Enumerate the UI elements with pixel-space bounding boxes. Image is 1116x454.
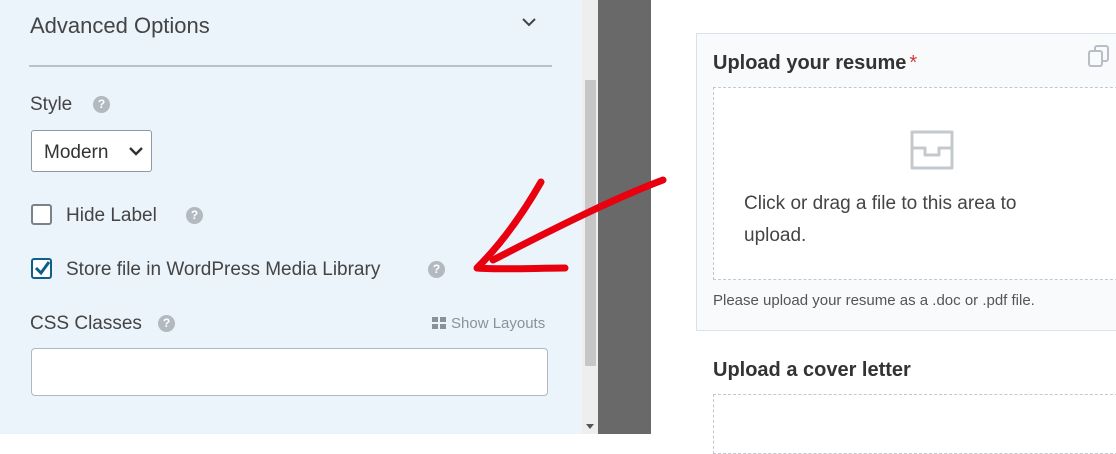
cover-letter-field-title: Upload a cover letter [713,359,911,381]
checkmark-icon [34,261,51,276]
chevron-down-icon[interactable] [520,16,538,30]
hide-label-text[interactable]: Hide Label [66,205,157,227]
style-label: Style [30,94,73,115]
annotation-arrow [473,176,667,273]
style-select-value: Modern [44,142,109,163]
store-file-label[interactable]: Store file in WordPress Media Library [66,259,380,281]
scroll-down-arrow-icon[interactable] [586,424,594,429]
style-help-icon[interactable]: ? [93,96,110,113]
css-classes-help-icon[interactable]: ? [158,315,175,332]
section-divider [29,65,552,67]
resume-field-label: Upload your resume [713,52,907,74]
inbox-icon [910,130,954,170]
store-file-checkbox[interactable] [31,258,52,279]
hide-label-checkbox[interactable] [31,204,52,225]
resume-field-title: Upload your resume * [713,52,917,75]
store-file-help-icon[interactable]: ? [428,261,445,278]
resume-field-description: Please upload your resume as a .doc or .… [713,292,1035,309]
cover-letter-dropzone[interactable] [713,394,1116,454]
duplicate-icon[interactable] [1086,44,1112,68]
hide-label-help-icon[interactable]: ? [186,207,203,224]
advanced-options-title[interactable]: Advanced Options [30,13,210,39]
css-classes-label: CSS Classes [30,313,142,334]
show-layouts-link[interactable]: Show Layouts [432,315,545,332]
dropzone-text: Click or drag a file to this area to upl… [744,193,1017,246]
required-marker: * [909,52,918,74]
chevron-down-icon [129,147,143,156]
grid-icon [432,317,446,329]
style-select[interactable]: Modern [31,130,152,172]
show-layouts-label: Show Layouts [451,315,546,332]
css-classes-input[interactable] [31,348,548,396]
